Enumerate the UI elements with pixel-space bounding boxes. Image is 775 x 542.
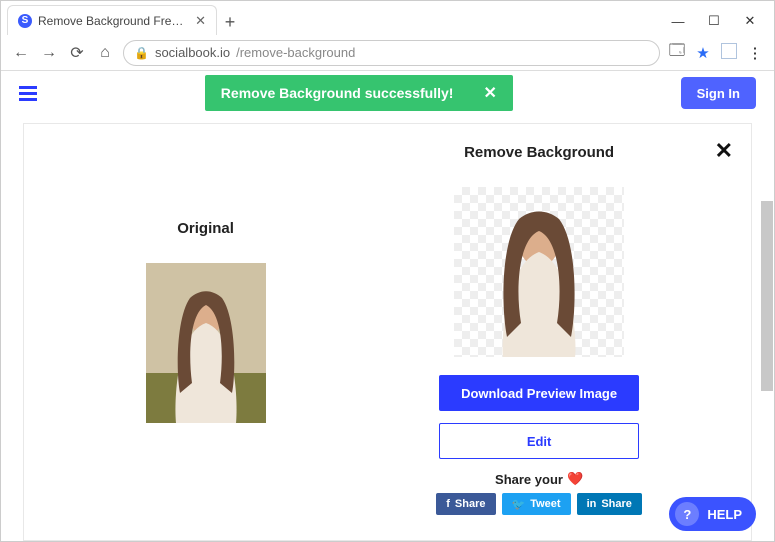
site-favicon: S [18,14,32,28]
success-toast: Remove Background successfully! ✕ [205,75,513,111]
twitter-tweet-button[interactable]: 🐦 Tweet [502,493,571,515]
linkedin-icon: in [587,498,597,510]
url-path: /remove-background [236,45,355,60]
twitter-label: Tweet [530,498,560,510]
translate-icon[interactable]: 🗔 [668,40,686,65]
help-icon: ? [675,502,699,526]
browser-tab[interactable]: S Remove Background Free | Soc ✕ [7,5,217,35]
toast-close-icon[interactable]: ✕ [483,83,496,103]
bookmark-star-icon[interactable]: ★ [694,44,712,62]
facebook-label: Share [455,498,486,510]
lock-icon: 🔒 [134,46,149,60]
twitter-icon: 🐦 [512,498,526,511]
maximize-icon[interactable]: ☐ [696,13,732,29]
help-label: HELP [707,507,742,522]
close-window-icon[interactable]: ✕ [732,13,768,29]
kebab-menu-icon[interactable]: ⋮ [746,44,764,62]
browser-titlebar: S Remove Background Free | Soc ✕ + — ☐ ✕ [1,1,774,35]
new-tab-button[interactable]: + [217,9,243,35]
address-bar[interactable]: 🔒 socialbook.io/remove-background [123,40,660,66]
tab-title: Remove Background Free | Soc [38,14,189,28]
close-panel-icon[interactable]: ✕ [715,138,733,164]
forward-icon[interactable]: → [39,44,59,62]
sign-in-button[interactable]: Sign In [681,77,756,109]
content-area: ✕ Original Remove Background [1,115,774,541]
url-host: socialbook.io [155,45,230,60]
hamburger-menu-icon[interactable] [19,86,37,101]
reload-icon[interactable]: ⟳ [67,43,87,63]
original-label: Original [177,220,234,237]
edit-button[interactable]: Edit [439,423,639,459]
scrollbar-thumb[interactable] [761,201,773,391]
back-icon[interactable]: ← [11,44,31,62]
help-button[interactable]: ? HELP [669,497,756,531]
window-controls: — ☐ ✕ [660,13,774,35]
share-text: Share your [495,472,563,487]
heart-icon: ❤️ [567,471,583,487]
result-panel: ✕ Original Remove Background [23,123,752,541]
result-image [454,187,624,357]
share-prompt: Share your ❤️ [495,471,583,487]
facebook-share-button[interactable]: f Share [436,493,495,515]
linkedin-label: Share [601,498,632,510]
social-row: f Share 🐦 Tweet in Share [436,493,642,515]
download-preview-button[interactable]: Download Preview Image [439,375,639,411]
page-header: Remove Background successfully! ✕ Sign I… [1,71,774,115]
toast-message: Remove Background successfully! [221,85,454,101]
original-image [146,263,266,423]
minimize-icon[interactable]: — [660,14,696,29]
original-column: Original [54,144,357,540]
linkedin-share-button[interactable]: in Share [577,493,642,515]
home-icon[interactable]: ⌂ [95,44,115,62]
browser-toolbar: ← → ⟳ ⌂ 🔒 socialbook.io/remove-backgroun… [1,35,774,71]
facebook-icon: f [446,498,450,510]
close-tab-icon[interactable]: ✕ [195,13,206,29]
result-label: Remove Background [464,144,614,161]
extension-icon[interactable] [720,43,738,63]
result-column: Remove Background Download Preview Image… [357,144,721,540]
